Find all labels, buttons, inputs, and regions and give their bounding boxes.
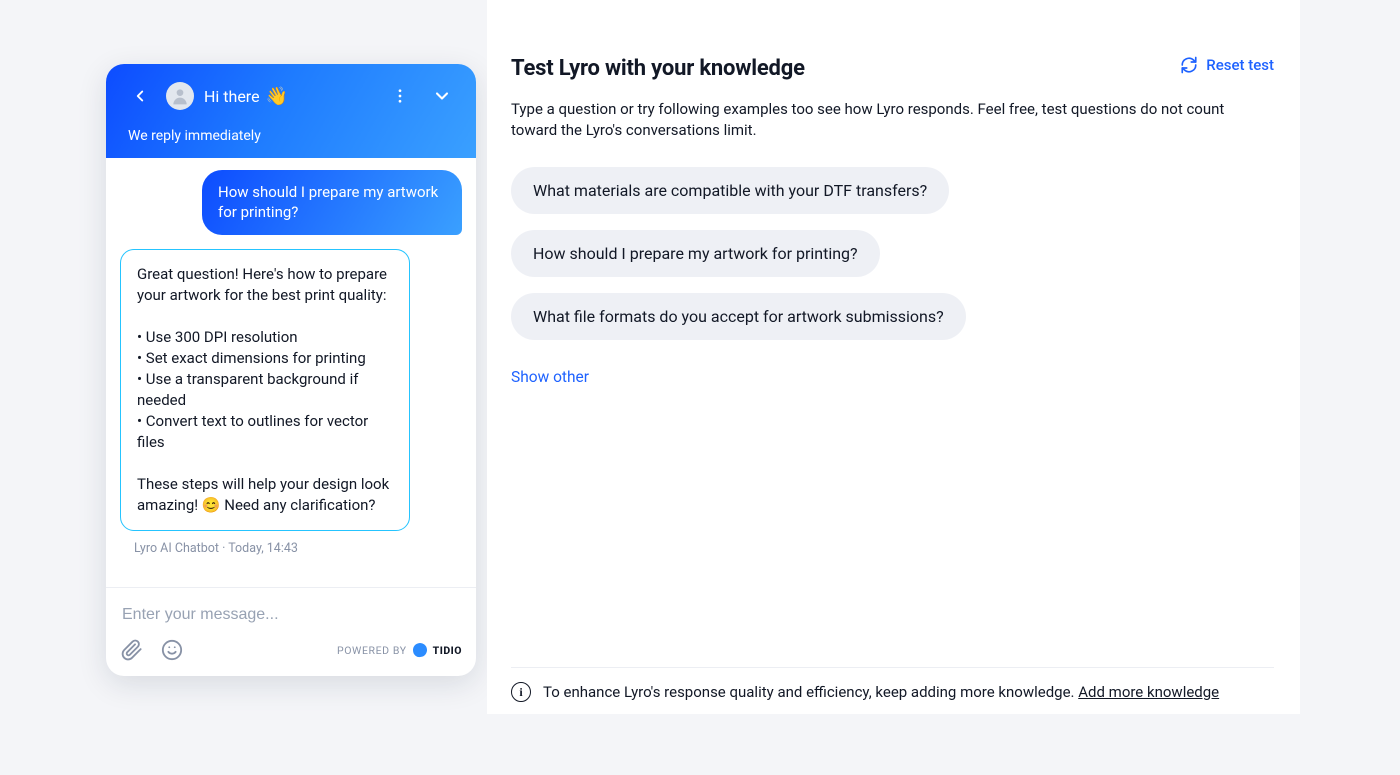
reply-subtitle: We reply immediately	[128, 128, 458, 144]
panel-title: Test Lyro with your knowledge	[511, 56, 805, 81]
chat-input-area: POWERED BY TIDIO	[106, 588, 476, 676]
suggestion-chip[interactable]: What materials are compatible with your …	[511, 167, 949, 214]
chat-body: How should I prepare my artwork for prin…	[106, 158, 476, 583]
chat-widget: Hi there 👋 We reply immediately How shou…	[106, 64, 476, 676]
message-input[interactable]	[120, 598, 462, 638]
emoji-icon[interactable]	[160, 638, 184, 662]
reset-test-button[interactable]: Reset test	[1180, 56, 1274, 74]
footer-text-wrapper: To enhance Lyro's response quality and e…	[543, 683, 1219, 701]
show-other-link[interactable]: Show other	[511, 368, 1274, 386]
chat-header: Hi there 👋 We reply immediately	[106, 64, 476, 158]
suggestion-list: What materials are compatible with your …	[511, 167, 1274, 340]
suggestion-chip[interactable]: What file formats do you accept for artw…	[511, 293, 966, 340]
refresh-icon	[1180, 56, 1198, 74]
avatar	[166, 82, 194, 110]
user-message: How should I prepare my artwork for prin…	[202, 170, 462, 235]
bot-message: Great question! Here's how to prepare yo…	[120, 249, 410, 531]
reset-label: Reset test	[1206, 56, 1274, 74]
more-icon[interactable]	[384, 80, 416, 112]
add-more-knowledge-link[interactable]: Add more knowledge	[1078, 683, 1219, 701]
panel-footer: i To enhance Lyro's response quality and…	[511, 667, 1274, 702]
chat-greeting: Hi there 👋	[204, 86, 288, 107]
footer-text: To enhance Lyro's response quality and e…	[543, 683, 1078, 701]
chevron-down-icon[interactable]	[426, 80, 458, 112]
bot-meta: Lyro AI Chatbot · Today, 14:43	[134, 541, 462, 556]
panel-description: Type a question or try following example…	[511, 99, 1271, 141]
wave-emoji: 👋	[266, 86, 288, 107]
powered-by[interactable]: POWERED BY TIDIO	[337, 643, 462, 657]
greeting-text: Hi there	[204, 87, 260, 106]
back-icon[interactable]	[124, 80, 156, 112]
tidio-logo-icon	[412, 642, 428, 658]
suggestion-chip[interactable]: How should I prepare my artwork for prin…	[511, 230, 880, 277]
powered-by-brand: TIDIO	[433, 644, 462, 657]
test-panel: Test Lyro with your knowledge Reset test…	[487, 0, 1300, 714]
powered-by-label: POWERED BY	[337, 644, 407, 657]
attachment-icon[interactable]	[120, 638, 144, 662]
info-icon: i	[511, 682, 531, 702]
